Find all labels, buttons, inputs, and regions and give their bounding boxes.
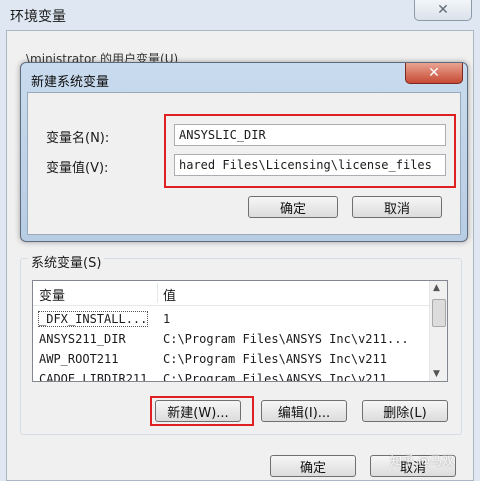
variable-name-input[interactable]: ANSYSLIC_DIR: [174, 124, 446, 146]
scroll-thumb[interactable]: [432, 299, 446, 327]
table-row[interactable]: _DFX_INSTALL... 1: [33, 309, 429, 329]
table-scrollbar[interactable]: ▲ ▼: [429, 281, 447, 381]
row-name: ANSYS211_DIR: [39, 332, 126, 346]
edit-variable-button[interactable]: 编辑(I)...: [261, 400, 347, 422]
delete-variable-button[interactable]: 删除(L): [362, 400, 448, 422]
row-name: _DFX_INSTALL...: [37, 311, 149, 327]
variable-value-input[interactable]: hared Files\Licensing\license_files: [174, 154, 446, 176]
new-system-variable-dialog: 新建系统变量 ✕ 变量名(N): ANSYSLIC_DIR 变量值(V): ha…: [20, 62, 468, 242]
close-icon: ✕: [437, 2, 449, 18]
scroll-down-icon[interactable]: ▼: [433, 369, 440, 379]
window-title: 环境变量: [10, 9, 66, 25]
table-row[interactable]: ANSYS211_DIR C:\Program Files\ANSYS Inc\…: [33, 329, 429, 349]
variable-name-label: 变量名(N):: [46, 131, 110, 146]
column-header-value[interactable]: 值: [163, 285, 176, 304]
dialog-body: 变量名(N): ANSYSLIC_DIR 变量值(V): hared Files…: [27, 92, 461, 235]
table-header: 变量 值: [33, 281, 429, 306]
row-value: 1: [163, 312, 171, 326]
column-header-name[interactable]: 变量: [39, 285, 65, 304]
row-name: CADOE_LIBDIR211: [39, 372, 148, 382]
window-close-button[interactable]: ✕: [414, 0, 472, 21]
close-icon: ✕: [428, 65, 440, 81]
row-value: C:\Program Files\ANSYS Inc\v211: [163, 352, 387, 366]
table-row[interactable]: CADOE_LIBDIR211 C:\Program Files\ANSYS I…: [33, 369, 429, 382]
scroll-up-icon[interactable]: ▲: [433, 283, 440, 293]
watermark: 知乎 @马双: [390, 454, 454, 468]
row-name: AWP_ROOT211: [39, 352, 119, 366]
dialog-cancel-button[interactable]: 取消: [352, 196, 442, 218]
dialog-title: 新建系统变量: [31, 75, 110, 90]
dialog-close-button[interactable]: ✕: [405, 63, 463, 84]
dialog-ok-button[interactable]: 确定: [248, 196, 338, 218]
ok-button[interactable]: 确定: [270, 455, 356, 477]
column-divider[interactable]: [157, 283, 158, 303]
row-value: C:\Program Files\ANSYS Inc\v211...: [163, 332, 409, 346]
variable-value-label: 变量值(V):: [46, 161, 109, 176]
system-vars-table[interactable]: 变量 值 _DFX_INSTALL... 1 ANSYS211_DIR C:\P…: [32, 280, 448, 382]
new-variable-button[interactable]: 新建(W)...: [155, 400, 241, 422]
table-row[interactable]: AWP_ROOT211 C:\Program Files\ANSYS Inc\v…: [33, 349, 429, 369]
system-vars-label: 系统变量(S): [28, 252, 105, 271]
row-value: C:\Program Files\ANSYS Inc\v211...: [163, 372, 409, 382]
